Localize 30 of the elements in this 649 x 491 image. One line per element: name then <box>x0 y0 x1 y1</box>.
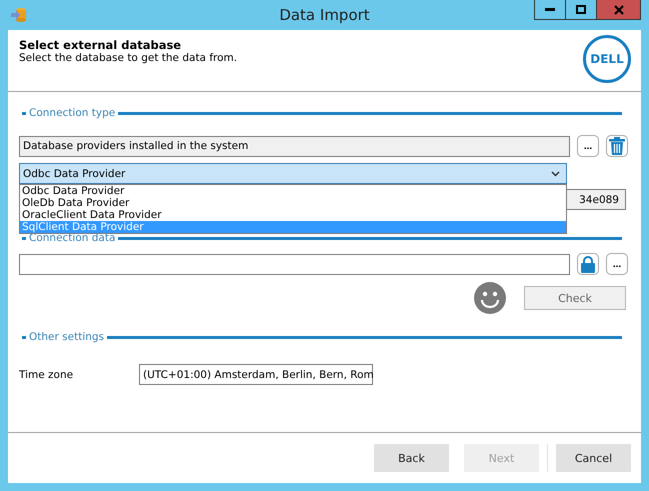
smiley-icon <box>474 282 506 314</box>
section-label: Connection data <box>29 232 116 244</box>
close-button[interactable] <box>596 0 641 20</box>
minimize-button[interactable] <box>534 0 566 20</box>
dropdown-option[interactable]: OracleClient Data Provider <box>20 209 566 221</box>
time-zone-dropdown[interactable]: (UTC+01:00) Amsterdam, Berlin, Bern, Rom <box>139 364 373 385</box>
lock-button[interactable] <box>577 253 599 275</box>
section-label: Connection type <box>29 107 116 119</box>
window-title: Data Import <box>279 6 370 24</box>
footer-button[interactable]: Back <box>374 444 449 472</box>
close-icon <box>614 4 624 14</box>
delete-button[interactable] <box>606 135 628 157</box>
maximize-icon <box>576 5 586 14</box>
provider-dropdown[interactable]: Odbc Data Provider <box>19 163 567 184</box>
browse-button[interactable]: ... <box>577 135 599 157</box>
minimize-icon <box>545 8 555 12</box>
footer-button[interactable]: Cancel <box>556 444 631 472</box>
time-zone-label: Time zone <box>19 368 74 380</box>
trash-icon <box>609 137 625 155</box>
providers-field: Database providers installed in the system <box>19 136 570 156</box>
database-icon <box>10 6 28 24</box>
lock-icon <box>581 256 595 272</box>
connection-field[interactable] <box>19 254 570 274</box>
section-label: Other settings <box>29 331 104 343</box>
chevron-down-icon <box>551 170 560 176</box>
browse-button[interactable]: ... <box>606 253 628 275</box>
page-subtitle: Select the database to get the data from. <box>19 52 238 64</box>
logo: DELL <box>583 35 631 83</box>
page-title: Select external database <box>19 38 182 52</box>
check-button[interactable]: Check <box>524 286 626 310</box>
